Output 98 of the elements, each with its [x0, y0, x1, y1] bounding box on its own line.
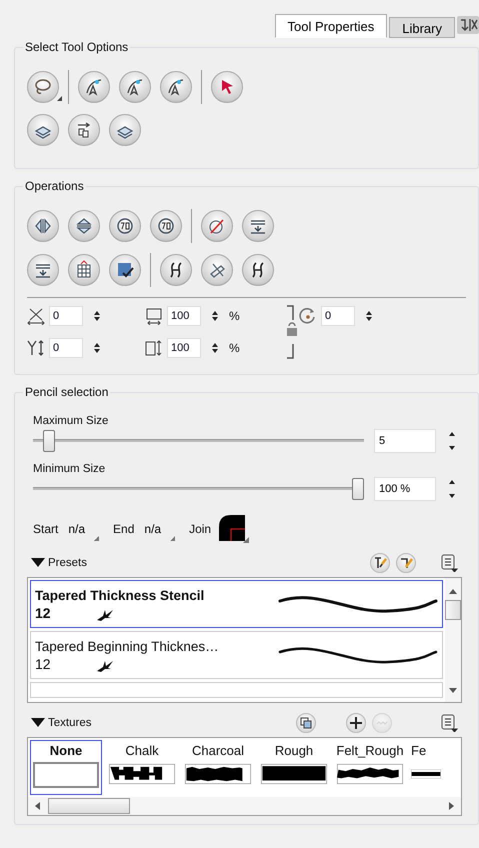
tool-button[interactable]	[27, 71, 59, 103]
list-menu-icon[interactable]	[440, 554, 458, 572]
join-style-icon[interactable]	[219, 515, 250, 543]
preset-item[interactable]: Tapered Thickness Stencil 12	[30, 580, 443, 628]
texture-swatch	[109, 762, 175, 786]
spinner-icon[interactable]	[93, 342, 101, 354]
size-field[interactable]: 100 %	[374, 477, 436, 501]
texture-item[interactable]: Charcoal	[182, 740, 254, 795]
number-field[interactable]: 100	[167, 306, 201, 326]
scroll-right-icon[interactable]	[449, 802, 455, 810]
section-title: Presets	[48, 557, 87, 569]
texture-item[interactable]: None	[30, 740, 102, 795]
operation-button[interactable]	[68, 210, 100, 242]
frame-size-icon	[145, 307, 163, 325]
spinner-icon[interactable]	[93, 310, 101, 322]
pen-icon	[399, 556, 413, 570]
list-menu-icon[interactable]	[440, 714, 458, 732]
operation-button[interactable]	[68, 254, 100, 286]
tool-button[interactable]	[211, 71, 243, 103]
preset-item[interactable]: Tapered Beginning Thicknes… 12	[30, 631, 443, 679]
empty-swatch	[33, 762, 99, 788]
operation-button[interactable]	[242, 210, 274, 242]
unit-label: %	[229, 341, 240, 355]
operation-button[interactable]	[160, 254, 192, 286]
spinner-icon[interactable]	[448, 430, 456, 452]
spinner-icon[interactable]	[211, 310, 219, 322]
tool-button[interactable]	[68, 114, 100, 146]
operation-button[interactable]	[27, 210, 59, 242]
size-field[interactable]: 5	[374, 429, 436, 453]
texture-item[interactable]: Chalk	[106, 740, 178, 795]
panel-tab[interactable]: Library	[389, 17, 455, 38]
texture-swatch	[261, 762, 327, 786]
start-label: Start	[33, 522, 58, 536]
plus-icon	[349, 716, 363, 730]
tool-button[interactable]	[27, 114, 59, 146]
operation-button[interactable]	[150, 210, 182, 242]
brush-button[interactable]	[370, 553, 390, 573]
operation-button[interactable]	[242, 254, 274, 286]
panel-tab[interactable]: Tool Properties	[274, 14, 388, 38]
unit-label: %	[229, 309, 240, 323]
lasso-icon	[33, 77, 53, 97]
texture-item[interactable]: Fe	[410, 740, 442, 795]
checkbox-icon	[115, 260, 135, 280]
operation-button[interactable]	[109, 210, 141, 242]
axis-icon	[27, 339, 45, 357]
preset-name: Tapered Thickness Stencil	[35, 588, 204, 602]
tool-button[interactable]	[109, 114, 141, 146]
group-title: Pencil selection	[24, 385, 110, 399]
add-button[interactable]	[346, 713, 366, 733]
slider-label: Maximum Size	[33, 415, 110, 427]
slider-thumb[interactable]	[352, 478, 364, 500]
scroll-down-icon[interactable]	[449, 688, 457, 694]
group-title: Select Tool Options	[24, 40, 130, 54]
operation-button[interactable]	[109, 254, 141, 286]
lock-icon[interactable]	[285, 304, 299, 360]
operation-button[interactable]	[201, 210, 233, 242]
tool-button[interactable]	[160, 71, 192, 103]
texture-item[interactable]: Felt_Rough	[334, 740, 406, 795]
number-field[interactable]: 0	[49, 306, 83, 326]
brush-button[interactable]	[396, 553, 416, 573]
tool-button[interactable]	[119, 71, 151, 103]
spinner-icon[interactable]	[211, 342, 219, 354]
collapse-triangle-icon[interactable]	[31, 558, 45, 568]
section-title: Textures	[48, 717, 92, 729]
pin-close-icon[interactable]	[457, 16, 479, 34]
texture-swatch	[337, 762, 403, 786]
number-field[interactable]: 0	[321, 306, 355, 326]
texture-item[interactable]: Rough	[258, 740, 330, 795]
frame-size-icon	[145, 339, 163, 357]
axis-icon	[27, 307, 45, 325]
spinner-icon[interactable]	[365, 310, 373, 322]
pen-icon	[373, 556, 387, 570]
scroll-up-icon[interactable]	[449, 588, 457, 594]
end-label: End	[113, 522, 134, 536]
stencil-icon	[97, 660, 113, 672]
tool-button[interactable]	[78, 71, 110, 103]
slider-label: Minimum Size	[33, 463, 106, 475]
flip-horizontal-icon	[33, 216, 53, 236]
number-field[interactable]: 100	[167, 338, 201, 358]
squares-icon	[299, 716, 313, 730]
preset-size: 12	[35, 656, 51, 672]
preset-name: Tapered Beginning Thicknes…	[35, 638, 219, 654]
rotate-icon	[299, 307, 317, 325]
preset-size: 12	[35, 604, 51, 620]
join-label: Join	[189, 522, 212, 536]
collapse-triangle-icon[interactable]	[31, 718, 45, 728]
spinner-icon[interactable]	[448, 478, 456, 500]
scrollbar-thumb[interactable]	[445, 600, 461, 620]
operation-button[interactable]	[27, 254, 59, 286]
scrollbar-thumb[interactable]	[48, 798, 130, 814]
number-field[interactable]: 0	[49, 338, 83, 358]
flip-vertical-icon	[74, 216, 94, 236]
texture-swatch	[185, 762, 251, 786]
stencil-icon	[97, 609, 113, 621]
arc-cursor-icon	[84, 77, 104, 97]
slider-thumb[interactable]	[42, 430, 55, 452]
group-title: Operations	[24, 179, 85, 193]
scroll-left-icon[interactable]	[34, 802, 40, 810]
